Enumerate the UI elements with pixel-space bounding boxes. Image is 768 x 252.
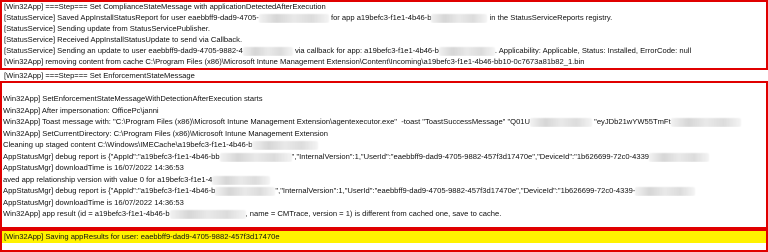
highlight-box-saving-results <box>0 229 768 252</box>
log-text: [Win32App] ===Step=== Set EnforcementSta… <box>4 71 195 80</box>
highlight-box-enforcement <box>0 81 768 229</box>
highlight-box-step-compliance <box>0 0 768 70</box>
log-line[interactable]: [Win32App] ===Step=== Set EnforcementSta… <box>4 70 756 81</box>
